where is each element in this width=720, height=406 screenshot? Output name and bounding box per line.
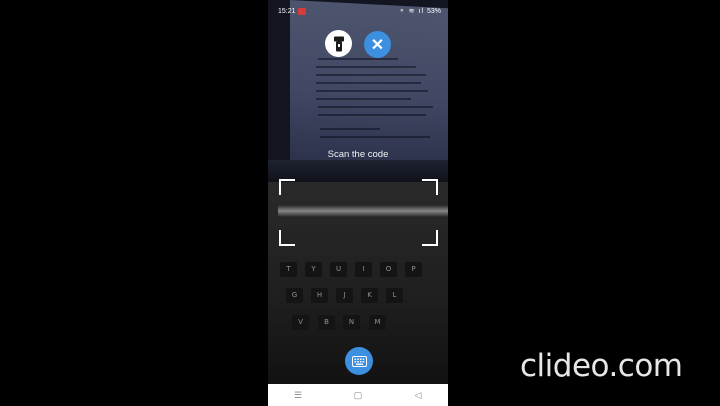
back-button[interactable]: ◁ <box>403 390 433 401</box>
keyboard-entry-button[interactable] <box>345 347 373 375</box>
flashlight-button[interactable] <box>325 30 352 57</box>
scan-frame-corner <box>279 179 295 195</box>
phone-screen: T Y U I O P G H J K L V B N M 15:21 ⚬ ≋ … <box>268 0 448 406</box>
close-icon: ✕ <box>370 36 385 54</box>
close-button[interactable]: ✕ <box>364 31 391 58</box>
scan-frame-corner <box>422 230 438 246</box>
status-bar: 15:21 ⚬ ≋ ıl 53% <box>268 0 448 22</box>
signal-wifi-icons: ⚬ ≋ ıl <box>398 8 424 15</box>
watermark: clideo.com <box>520 348 683 384</box>
status-time: 15:21 <box>278 8 296 15</box>
recents-button[interactable]: ☰ <box>283 390 313 401</box>
system-nav-bar: ☰ ▢ ◁ <box>268 384 448 406</box>
flashlight-icon <box>333 36 344 51</box>
screen-record-icon <box>298 8 306 15</box>
scan-instruction: Scan the code <box>327 149 389 160</box>
keyboard-icon <box>351 355 367 367</box>
camera-feed: T Y U I O P G H J K L V B N M <box>268 0 448 406</box>
home-button[interactable]: ▢ <box>343 390 373 401</box>
scan-frame-corner <box>279 230 295 246</box>
battery-level: 53% <box>426 8 441 15</box>
scan-frame-corner <box>422 179 438 195</box>
